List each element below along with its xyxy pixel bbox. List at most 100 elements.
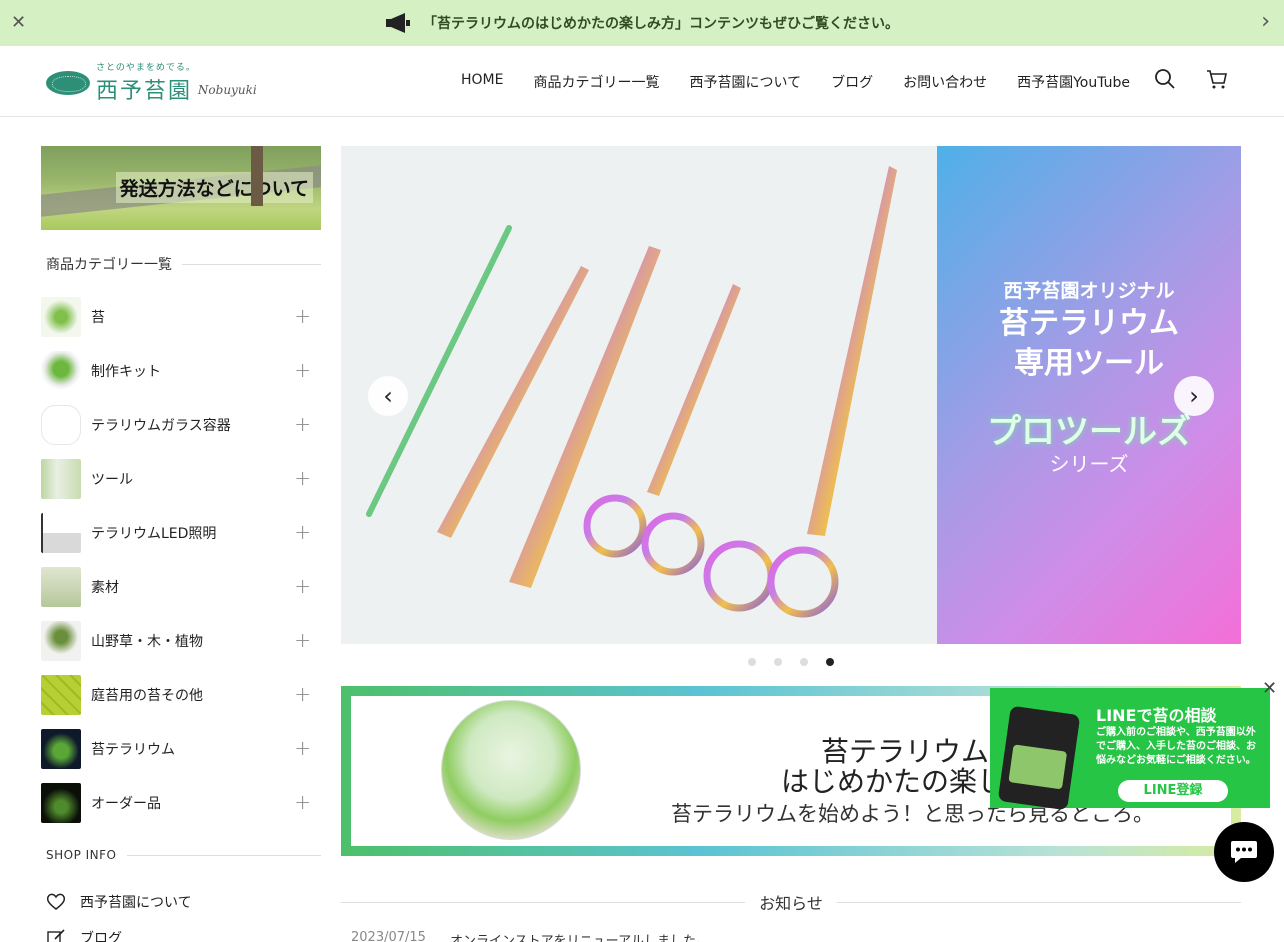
divider: [836, 901, 1241, 903]
plus-icon[interactable]: +: [294, 574, 311, 598]
category-label: ツール: [91, 472, 133, 488]
line-popup-desc: ご購入前のご相談や、西予苔園以外でご購入、入手した苔のご相談、お悩みなどお気軽に…: [1096, 727, 1256, 766]
shop-link-blog[interactable]: ブログ: [46, 920, 192, 942]
shop-info-heading-text: SHOP INFO: [46, 848, 117, 862]
category-item-garden-moss[interactable]: 庭苔用の苔その他 +: [41, 668, 321, 722]
logo-signature: Nobuyuki: [197, 82, 257, 97]
divider: [182, 263, 321, 265]
category-label: 苔: [91, 310, 105, 326]
slider-dot[interactable]: [748, 658, 756, 666]
hero-slider: 西予苔園オリジナル 苔テラリウム 専用ツール プロツールズ シリーズ ‹ ›: [341, 146, 1241, 644]
news-heading: お知らせ: [341, 890, 1241, 914]
chat-bubble-icon: [1231, 841, 1257, 863]
plus-icon[interactable]: +: [294, 466, 311, 490]
category-label: テラリウムガラス容器: [91, 418, 231, 434]
nav-home[interactable]: HOME: [461, 72, 503, 92]
category-thumb: [41, 675, 81, 715]
category-item-kit[interactable]: 制作キット +: [41, 344, 321, 398]
category-thumb: [41, 459, 81, 499]
line-register-button[interactable]: LINE登録: [1118, 780, 1228, 802]
category-item-moss[interactable]: 苔 +: [41, 290, 321, 344]
shop-link-label: 西予苔園について: [80, 895, 192, 911]
plus-icon[interactable]: +: [294, 736, 311, 760]
plus-icon[interactable]: +: [294, 520, 311, 544]
shop-info-links: 西予苔園について ブログ: [46, 884, 192, 942]
announcement-text: 「苔テラリウムのはじめかたの楽しみ方」コンテンツもぜひご覧ください。: [423, 16, 899, 32]
chevron-left-icon: ‹: [383, 382, 393, 410]
category-thumb: [41, 351, 81, 391]
category-label: オーダー品: [91, 796, 161, 812]
nav-categories[interactable]: 商品カテゴリー一覧: [533, 72, 659, 92]
promo-line2: 苔テラリウム: [999, 306, 1179, 341]
plus-icon[interactable]: +: [294, 790, 311, 814]
categories-heading: 商品カテゴリー一覧: [46, 254, 321, 274]
slider-dot[interactable]: [774, 658, 782, 666]
cart-icon[interactable]: [1206, 68, 1228, 90]
chevron-right-icon: ›: [1189, 382, 1199, 410]
divider: [341, 901, 746, 903]
nav-contact[interactable]: お問い合わせ: [903, 72, 987, 92]
plus-icon[interactable]: +: [294, 682, 311, 706]
shop-info-heading: SHOP INFO: [46, 848, 321, 862]
category-thumb: [41, 297, 81, 337]
category-thumb: [41, 567, 81, 607]
announcement-message-wrap[interactable]: 「苔テラリウムのはじめかたの楽しみ方」コンテンツもぜひご覧ください。: [385, 13, 899, 33]
category-item-order[interactable]: オーダー品 +: [41, 776, 321, 830]
announcement-bar: ✕ 「苔テラリウムのはじめかたの楽しみ方」コンテンツもぜひご覧ください。 ›: [0, 0, 1284, 46]
category-label: テラリウムLED照明: [91, 526, 217, 542]
news-item[interactable]: 2023/07/15 オンラインストアをリニューアルしました。: [351, 930, 709, 942]
nav-youtube[interactable]: 西予苔園YouTube: [1017, 72, 1130, 92]
nav-blog[interactable]: ブログ: [831, 72, 873, 92]
divider: [126, 854, 321, 856]
logo-name: 西予苔園: [96, 79, 193, 104]
phone-image: [997, 705, 1081, 811]
category-thumb: [41, 621, 81, 661]
logo-tagline: さとのやまをめでる。: [96, 63, 196, 73]
category-item-tools[interactable]: ツール +: [41, 452, 321, 506]
close-icon[interactable]: ✕: [11, 12, 26, 33]
shop-link-about[interactable]: 西予苔園について: [46, 884, 192, 920]
slider-next-button[interactable]: ›: [1174, 376, 1214, 416]
slider-dot-active[interactable]: [826, 658, 834, 666]
promo-line1: 西予苔園オリジナル: [1003, 280, 1175, 302]
shipping-info-banner[interactable]: 発送方法などについて: [41, 146, 321, 230]
category-list: 苔 + 制作キット + テラリウムガラス容器 + ツール + テラリウムLED照…: [41, 290, 321, 830]
promo-line5: シリーズ: [1049, 452, 1129, 476]
plus-icon[interactable]: +: [294, 358, 311, 382]
slider-dot[interactable]: [800, 658, 808, 666]
banner-heading-2: はじめかたの楽し: [781, 765, 1006, 798]
line-consult-popup[interactable]: LINEで苔の相談 ご購入前のご相談や、西予苔園以外でご購入、入手した苔のご相談…: [990, 688, 1270, 811]
search-icon[interactable]: [1154, 68, 1176, 90]
heart-icon: [46, 893, 66, 910]
chat-button[interactable]: [1214, 822, 1274, 882]
close-icon[interactable]: ✕: [1262, 678, 1277, 699]
categories-heading-text: 商品カテゴリー一覧: [46, 257, 172, 273]
category-thumb: [41, 513, 81, 553]
megaphone-icon: [386, 13, 410, 33]
slider-prev-button[interactable]: ‹: [368, 376, 408, 416]
news-text: オンラインストアをリニューアルしました。: [449, 934, 710, 942]
category-item-led[interactable]: テラリウムLED照明 +: [41, 506, 321, 560]
site-logo[interactable]: さとのやまをめでる。 西予苔園 Nobuyuki: [46, 60, 257, 105]
category-item-material[interactable]: 素材 +: [41, 560, 321, 614]
main-nav: HOME 商品カテゴリー一覧 西予苔園について ブログ お問い合わせ 西予苔園Y…: [461, 72, 1130, 92]
category-label: 制作キット: [91, 364, 161, 380]
logo-badge-icon: [46, 70, 90, 95]
chevron-right-icon[interactable]: ›: [1261, 9, 1270, 34]
slider-dots: [748, 658, 834, 666]
nav-about[interactable]: 西予苔園について: [689, 72, 801, 92]
category-thumb: [41, 729, 81, 769]
category-item-plants[interactable]: 山野草・木・植物 +: [41, 614, 321, 668]
plus-icon[interactable]: +: [294, 628, 311, 652]
plus-icon[interactable]: +: [294, 412, 311, 436]
category-label: 山野草・木・植物: [91, 634, 203, 650]
edit-icon: [47, 929, 65, 942]
category-item-glass[interactable]: テラリウムガラス容器 +: [41, 398, 321, 452]
category-thumb: [41, 783, 81, 823]
category-item-terrarium[interactable]: 苔テラリウム +: [41, 722, 321, 776]
shipping-banner-label: 発送方法などについて: [115, 172, 313, 203]
news-date: 2023/07/15: [351, 930, 426, 942]
plus-icon[interactable]: +: [294, 304, 311, 328]
line-popup-title: LINEで苔の相談: [1096, 706, 1217, 725]
tweezers-scissors-image: [366, 166, 897, 618]
